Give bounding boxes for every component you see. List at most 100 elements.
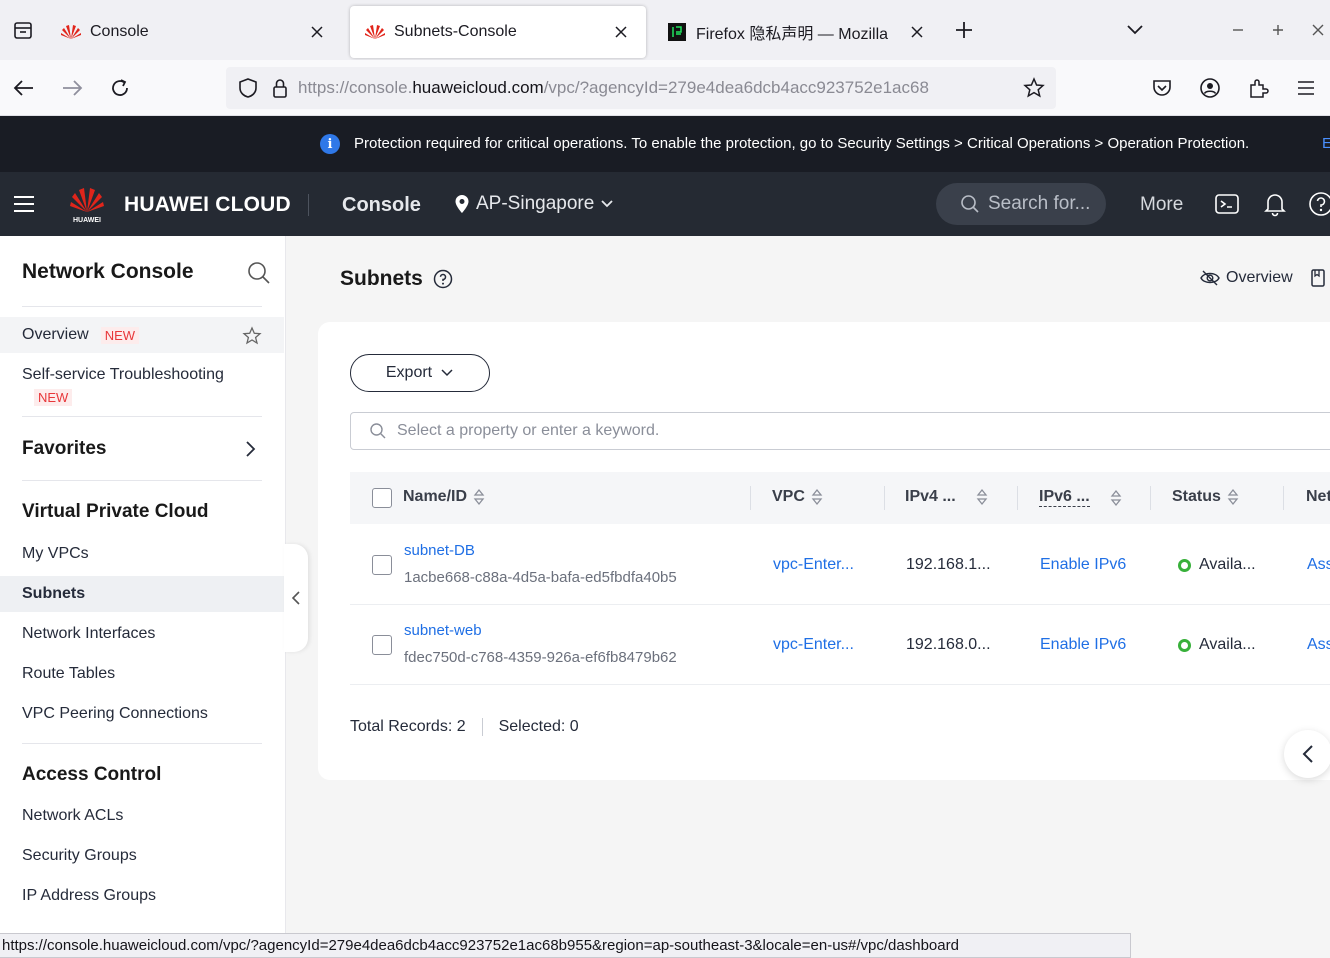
network-acl-link[interactable]: Ass [1307,556,1330,574]
column-header-vpc[interactable]: VPC [772,488,823,506]
overview-link-label: Overview [1226,269,1293,286]
filter-search-input[interactable]: Select a property or enter a keyword. [350,412,1330,450]
banner-link[interactable]: E [1322,135,1330,152]
link-status-overlay: https://console.huaweicloud.com/vpc/?age… [0,933,1131,958]
sidebar-item-overview[interactable]: Overview NEW [0,317,284,353]
column-header-net[interactable]: Net [1306,488,1330,506]
huawei-logo-icon [364,21,386,43]
row-checkbox[interactable] [372,555,392,575]
sidebar-section-vpc: Virtual Private Cloud [22,501,209,522]
sidebar-item-label: IP Address Groups [22,887,156,904]
back-arrow-icon[interactable] [8,72,40,104]
sidebar-item-security-groups[interactable]: Security Groups [0,838,284,874]
hamburger-menu-icon[interactable] [12,192,36,216]
row-checkbox[interactable] [372,635,392,655]
sidebar-item-subnets[interactable]: Subnets [0,576,284,612]
sidebar-item-label: Route Tables [22,665,116,682]
floating-expand-button[interactable] [1284,730,1330,778]
star-icon[interactable] [242,326,262,346]
brand-name[interactable]: HUAWEI CLOUD [124,193,291,217]
minimize-icon[interactable] [1226,18,1250,42]
global-search[interactable]: Search for... [936,183,1106,225]
vpc-link[interactable]: vpc-Enter... [773,556,854,574]
notice-banner: i Protection required for critical opera… [0,116,1330,172]
vpc-link[interactable]: vpc-Enter... [773,636,854,654]
tab-title: Firefox 隐私声明 — Mozilla [696,26,889,43]
huawei-logo[interactable]: HUAWEI [68,184,106,224]
console-header: HUAWEI HUAWEI CLOUD Console AP-Singapore… [0,172,1330,236]
subnet-name-link[interactable]: subnet-web [404,622,482,639]
network-acl-link[interactable]: Ass [1307,636,1330,654]
sort-icon[interactable] [976,488,988,506]
sidebar-item-troubleshooting[interactable]: Self-service Troubleshooting NEW [0,362,284,410]
export-button[interactable]: Export [350,354,490,392]
sidebar-item-route-tables[interactable]: Route Tables [0,656,284,692]
close-icon[interactable] [610,21,632,43]
column-header-status[interactable]: Status [1172,488,1239,506]
chevron-right-icon[interactable] [242,440,258,463]
region-selector[interactable]: AP-Singapore [454,193,614,215]
column-label: Net [1306,488,1330,505]
export-label: Export [385,364,433,381]
console-link[interactable]: Console [342,194,421,217]
chevron-left-icon [291,591,300,605]
help-circle-icon[interactable] [433,269,453,289]
divider [22,743,262,744]
cloud-shell-icon[interactable] [1214,191,1240,217]
pocket-icon[interactable] [1146,72,1178,104]
chevron-down-icon[interactable] [1120,15,1150,45]
column-header-ipv4[interactable]: IPv4 ... [905,488,988,506]
column-label: VPC [772,488,805,505]
search-icon[interactable] [246,260,272,286]
sidebar-item-vpc-peering[interactable]: VPC Peering Connections [0,696,284,732]
menu-icon[interactable] [1290,72,1322,104]
sidebar-item-network-acls[interactable]: Network ACLs [0,798,284,834]
tab-firefox-privacy[interactable]: Firefox 隐私声明 — Mozilla [652,6,942,58]
column-header-name[interactable]: Name/ID [403,488,485,506]
column-header-ipv6[interactable]: IPv6 ... [1039,488,1122,507]
url-prefix: https://console. [298,78,413,97]
status-available-icon [1178,638,1191,652]
forward-arrow-icon[interactable] [56,72,88,104]
sidebar-item-my-vpcs[interactable]: My VPCs [0,536,284,572]
docs-icon[interactable] [1310,268,1326,293]
bell-icon[interactable] [1262,191,1288,217]
bookmark-star-icon[interactable] [1020,74,1048,102]
sidebar-title: Network Console [22,260,194,283]
sidebar-collapse-toggle[interactable] [284,544,308,652]
select-all-checkbox[interactable] [372,488,392,508]
tab-console[interactable]: Console [46,6,342,58]
sidebar-item-label: Overview [22,326,89,343]
sort-icon[interactable] [1227,488,1239,506]
close-icon[interactable] [306,21,328,43]
extensions-icon[interactable] [1242,72,1274,104]
sort-icon[interactable] [473,488,485,506]
sort-icon[interactable] [811,488,823,506]
sidebar-item-ip-address-groups[interactable]: IP Address Groups [0,878,284,914]
help-icon[interactable] [1308,191,1330,217]
subnet-name-link[interactable]: subnet-DB [404,542,475,559]
close-icon[interactable] [906,21,928,43]
reload-icon[interactable] [104,72,136,104]
tab-title: Subnets-Console [394,23,517,40]
enable-ipv6-link[interactable]: Enable IPv6 [1040,636,1126,654]
overview-link[interactable]: Overview [1200,269,1293,287]
tab-subnets-console[interactable]: Subnets-Console [350,6,646,58]
maximize-icon[interactable] [1266,18,1290,42]
shield-icon[interactable] [234,74,262,102]
ipv4-cidr: 192.168.1... [906,556,991,573]
new-tab-icon[interactable] [944,10,984,50]
window-close-icon[interactable] [1306,18,1330,42]
url-bar[interactable]: https://console.huaweicloud.com/vpc/?age… [226,67,1056,109]
more-menu[interactable]: More [1140,194,1183,216]
lock-icon[interactable] [266,74,294,102]
sort-icon[interactable] [1110,489,1122,507]
filter-placeholder: Select a property or enter a keyword. [397,422,660,439]
sidebar-section-favorites[interactable]: Favorites [22,438,106,460]
enable-ipv6-link[interactable]: Enable IPv6 [1040,556,1126,574]
tab-list-icon[interactable] [0,0,46,60]
huawei-logo-icon [60,21,82,43]
account-icon[interactable] [1194,72,1226,104]
eye-off-icon [1200,270,1220,286]
sidebar-item-network-interfaces[interactable]: Network Interfaces [0,616,284,652]
